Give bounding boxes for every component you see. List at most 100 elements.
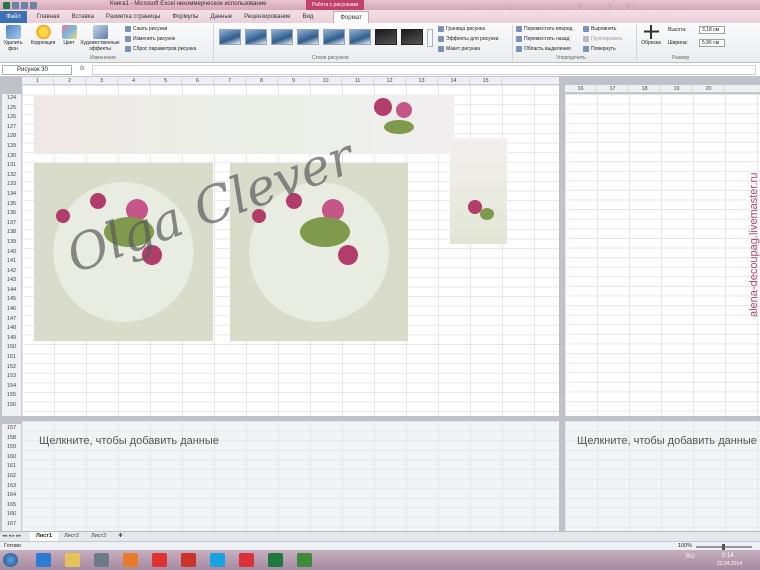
insert-sheet-icon[interactable]: ✚ xyxy=(112,532,129,541)
row-header-cell[interactable]: 157 xyxy=(2,424,21,434)
tab-page-layout[interactable]: Разметка страницы xyxy=(100,11,166,23)
picture-style-8[interactable] xyxy=(401,29,423,45)
column-header-cell[interactable]: 3 xyxy=(86,77,118,84)
column-header-cell[interactable]: 15 xyxy=(470,77,502,84)
picture-style-6[interactable] xyxy=(349,29,371,45)
row-header-cell[interactable]: 162 xyxy=(2,472,21,482)
row-header-cell[interactable]: 146 xyxy=(2,305,21,315)
language-indicator[interactable]: RU xyxy=(686,554,695,560)
picture-style-3[interactable] xyxy=(271,29,293,45)
picture-vertical[interactable] xyxy=(450,138,507,244)
row-header-cell[interactable]: 135 xyxy=(2,200,21,210)
tab-formulas[interactable]: Формулы xyxy=(166,11,204,23)
row-header-cell[interactable]: 154 xyxy=(2,382,21,392)
zoom-slider[interactable] xyxy=(696,544,752,550)
sheet-nav-arrows-icon[interactable]: ◂◂ ◂ ▸ ▸▸ xyxy=(2,533,21,539)
row-header-cell[interactable]: 127 xyxy=(2,123,21,133)
row-header-cell[interactable]: 156 xyxy=(2,401,21,411)
artistic-effects-button[interactable]: Художественные эффекты xyxy=(80,25,120,52)
rotate-button[interactable]: Повернуть xyxy=(583,46,616,52)
row-header-cell[interactable]: 141 xyxy=(2,257,21,267)
row-header-cell[interactable]: 143 xyxy=(2,276,21,286)
group-objects-button[interactable]: Группировать xyxy=(583,36,623,42)
row-header-cell[interactable]: 130 xyxy=(2,152,21,162)
name-box[interactable]: Рисунок 30 xyxy=(2,65,72,75)
page-top-right[interactable] xyxy=(565,94,760,416)
media-icon[interactable] xyxy=(94,553,109,567)
picture-style-1[interactable] xyxy=(219,29,241,45)
row-header-cell[interactable]: 131 xyxy=(2,161,21,171)
ie-icon[interactable] xyxy=(36,553,51,567)
bring-forward-button[interactable]: Переместить вперед xyxy=(516,26,573,32)
column-header-cell[interactable]: 1 xyxy=(22,77,54,84)
column-header-cell[interactable]: 5 xyxy=(150,77,182,84)
column-header-cell[interactable]: 20 xyxy=(693,85,725,92)
picture-banner[interactable] xyxy=(34,96,454,154)
row-header-cell[interactable]: 125 xyxy=(2,104,21,114)
clock-time[interactable]: 0:14 xyxy=(722,553,734,559)
row-header-cell[interactable]: 153 xyxy=(2,372,21,382)
change-picture-button[interactable]: Изменить рисунок xyxy=(125,36,175,42)
column-header-cell[interactable]: 6 xyxy=(182,77,214,84)
yandex-icon[interactable] xyxy=(152,553,167,567)
opera-icon[interactable] xyxy=(181,553,196,567)
picture-style-2[interactable] xyxy=(245,29,267,45)
column-header-cell[interactable]: 10 xyxy=(310,77,342,84)
row-header-cell[interactable]: 155 xyxy=(2,391,21,401)
add-data-placeholder[interactable]: Щелкните, чтобы добавить данные xyxy=(39,435,219,447)
row-header-cell[interactable]: 149 xyxy=(2,334,21,344)
color-button[interactable]: Цвет xyxy=(60,25,78,46)
start-icon[interactable] xyxy=(3,553,18,567)
formula-input[interactable] xyxy=(92,65,756,75)
row-header-cell[interactable]: 137 xyxy=(2,219,21,229)
column-header-cell[interactable]: 16 xyxy=(565,85,597,92)
row-header-cell[interactable]: 163 xyxy=(2,482,21,492)
yandex-browser-icon[interactable] xyxy=(239,553,254,567)
row-header-cell[interactable]: 136 xyxy=(2,209,21,219)
picture-style-5[interactable] xyxy=(323,29,345,45)
page-bottom-left[interactable]: Щелкните, чтобы добавить данные xyxy=(22,421,559,531)
column-header-cell[interactable]: 19 xyxy=(661,85,693,92)
firefox-icon[interactable] xyxy=(123,553,138,567)
row-header-cell[interactable]: 150 xyxy=(2,343,21,353)
column-header-cell[interactable]: 18 xyxy=(629,85,661,92)
send-backward-button[interactable]: Переместить назад xyxy=(516,36,570,42)
tab-format[interactable]: Формат xyxy=(333,11,369,23)
picture-effects-button[interactable]: Эффекты для рисунка xyxy=(438,36,498,42)
row-header-cell[interactable]: 138 xyxy=(2,228,21,238)
tab-review[interactable]: Рецензирование xyxy=(238,11,296,23)
row-header-cell[interactable]: 164 xyxy=(2,491,21,501)
remove-background-button[interactable]: Удалить фон xyxy=(2,25,24,52)
column-header-cell[interactable]: 17 xyxy=(597,85,629,92)
column-header-cell[interactable]: 11 xyxy=(342,77,374,84)
tab-view[interactable]: Вид xyxy=(297,11,320,23)
column-header-cell[interactable]: 8 xyxy=(246,77,278,84)
undo-icon[interactable] xyxy=(21,1,28,9)
align-button[interactable]: Выровнять xyxy=(583,26,617,32)
row-header-cell[interactable]: 133 xyxy=(2,180,21,190)
row-header-cell[interactable]: 145 xyxy=(2,295,21,305)
row-header-cell[interactable]: 159 xyxy=(2,443,21,453)
row-header-cell[interactable]: 148 xyxy=(2,324,21,334)
picture-style-7[interactable] xyxy=(375,29,397,45)
row-header-cell[interactable]: 166 xyxy=(2,510,21,520)
column-header-cell[interactable]: 2 xyxy=(54,77,86,84)
redo-icon[interactable] xyxy=(30,1,37,9)
row-header-cell[interactable]: 129 xyxy=(2,142,21,152)
height-field[interactable]: 3,18 см xyxy=(699,26,725,34)
column-header-cell[interactable]: 13 xyxy=(406,77,438,84)
column-header-cell[interactable]: 12 xyxy=(374,77,406,84)
skype-icon[interactable] xyxy=(210,553,225,567)
width-field[interactable]: 5,96 см xyxy=(699,39,725,47)
row-header-cell[interactable]: 139 xyxy=(2,238,21,248)
row-header-cell[interactable]: 126 xyxy=(2,113,21,123)
row-header-cell[interactable]: 165 xyxy=(2,501,21,511)
row-header-cell[interactable]: 160 xyxy=(2,453,21,463)
column-header-cell[interactable]: 9 xyxy=(278,77,310,84)
tab-insert[interactable]: Вставка xyxy=(66,11,100,23)
reset-picture-button[interactable]: Сброс параметров рисунка xyxy=(125,46,196,52)
clock-date[interactable]: 22.04.2014 xyxy=(717,561,742,567)
picture-layout-button[interactable]: Макет рисунка xyxy=(438,46,480,52)
excel-taskbar-icon[interactable] xyxy=(268,553,283,567)
crop-button[interactable]: Обрезка xyxy=(639,25,663,46)
